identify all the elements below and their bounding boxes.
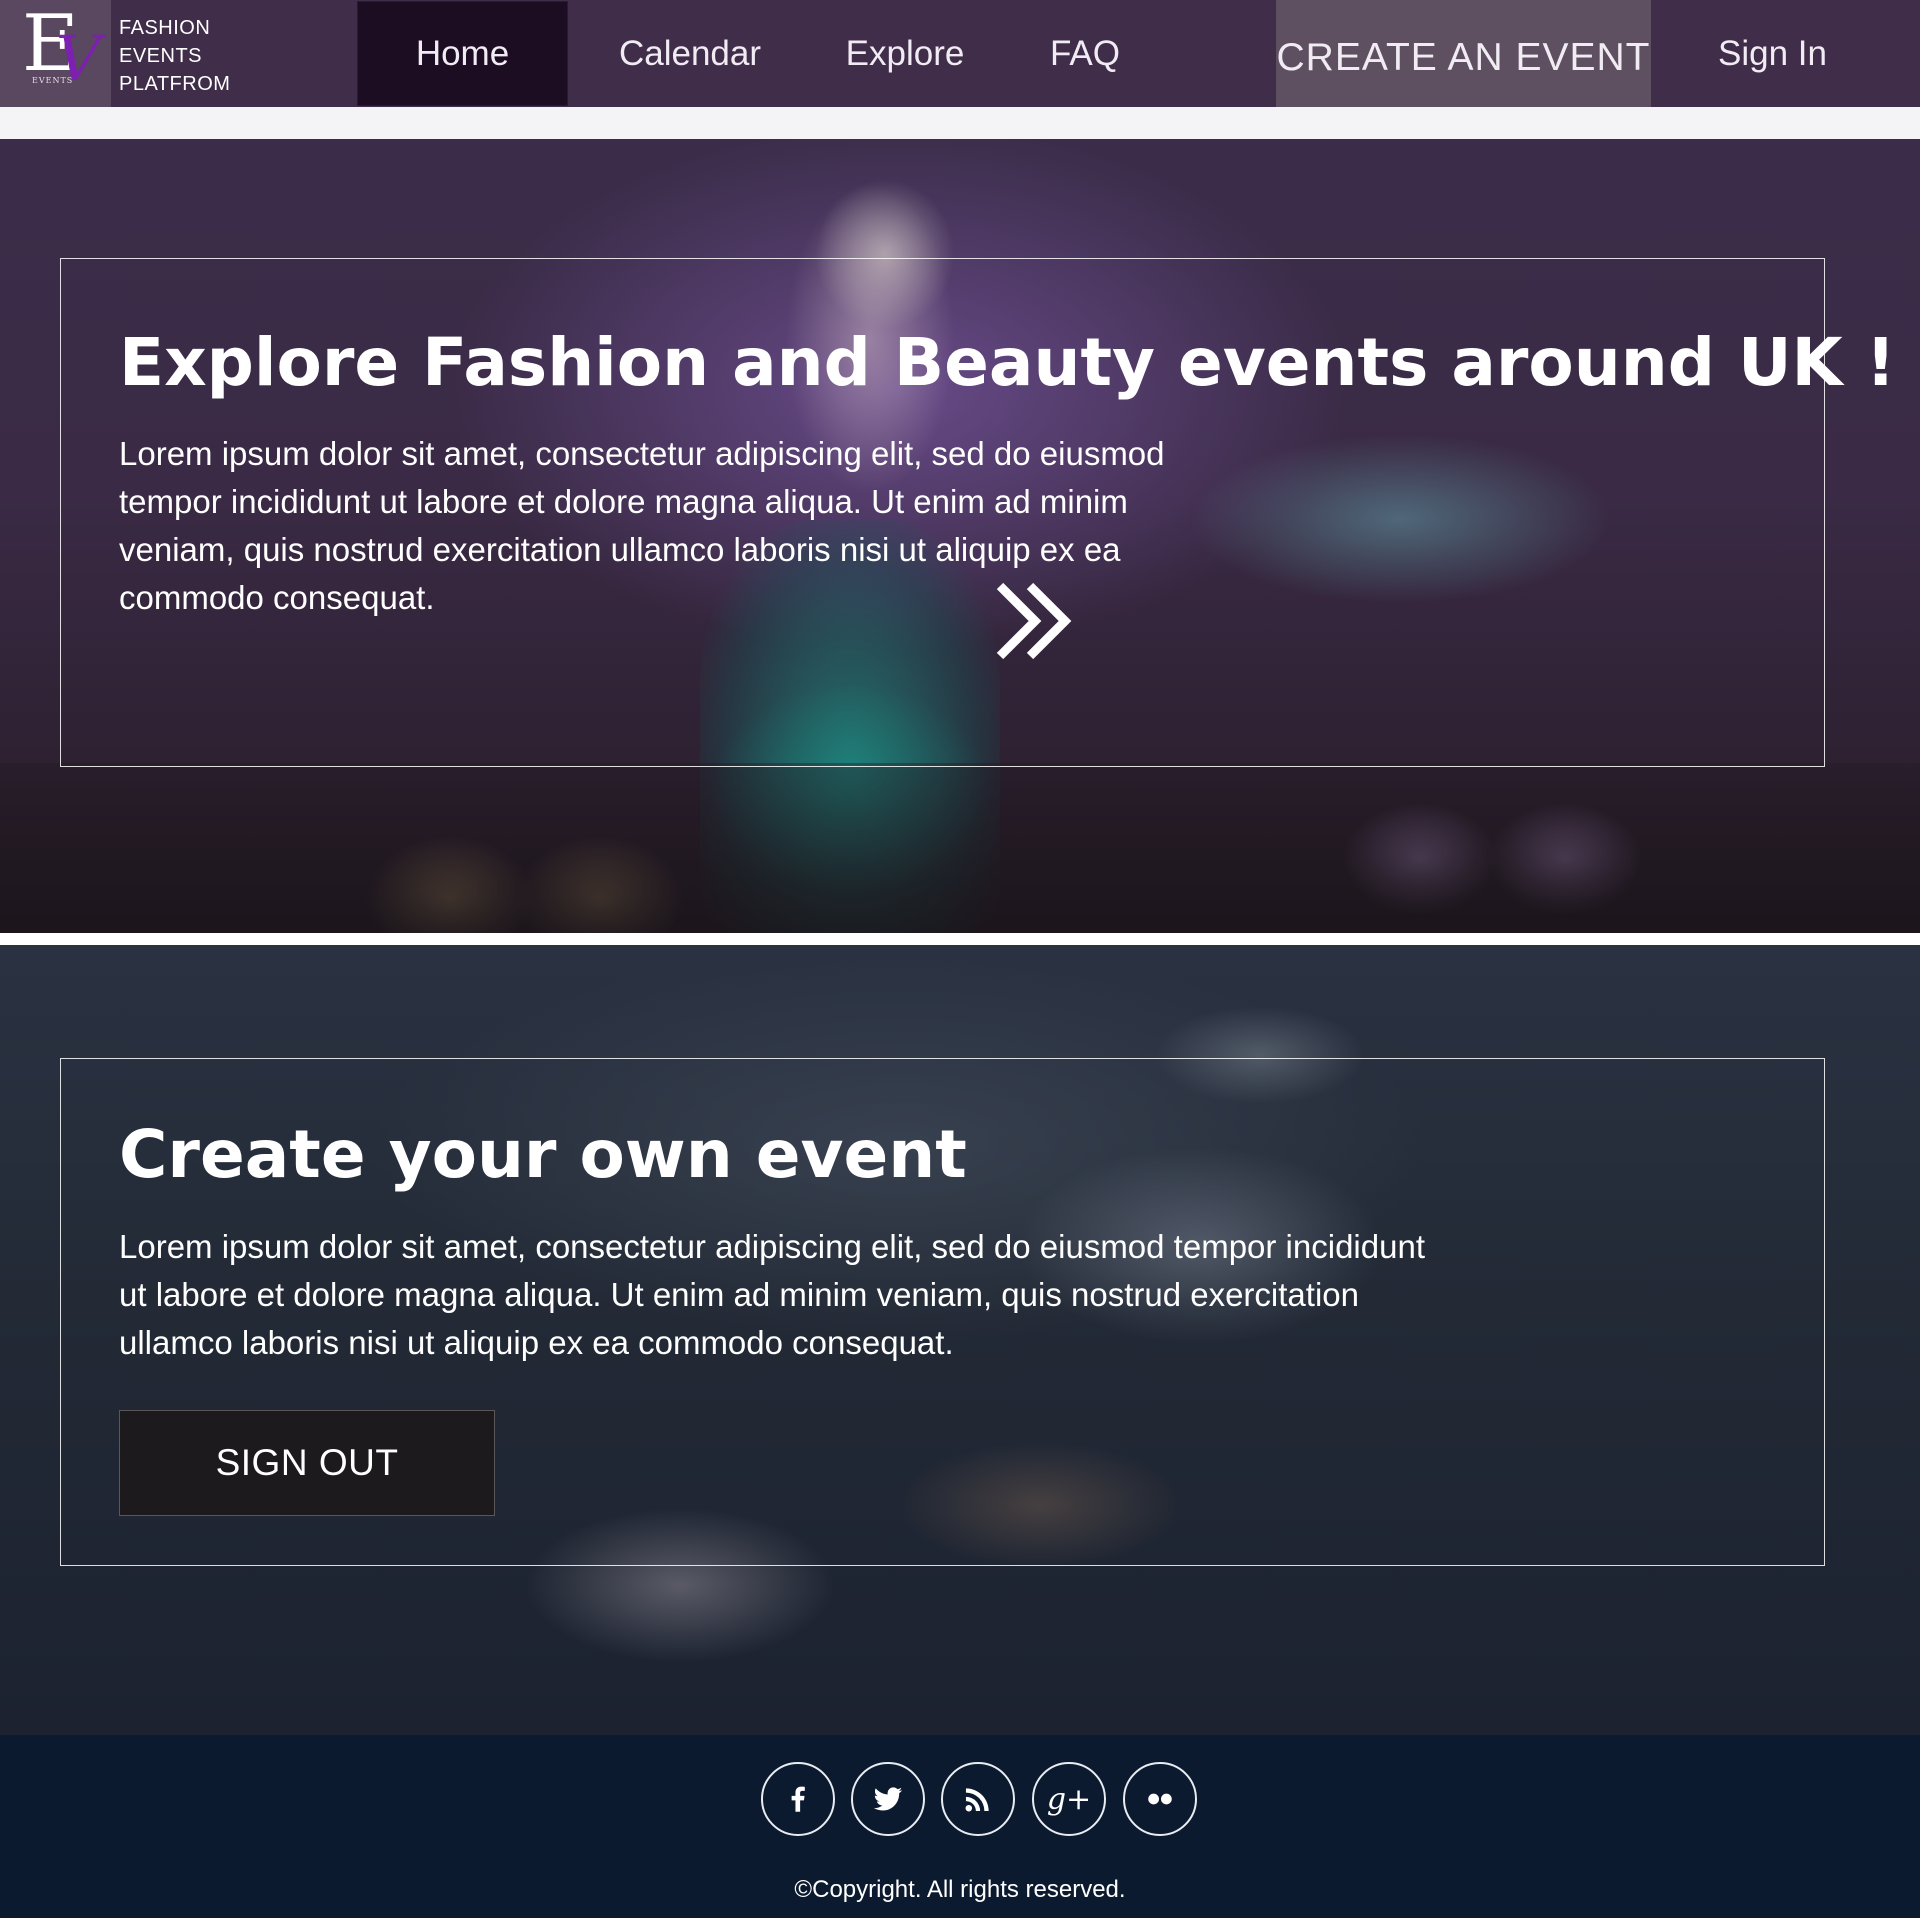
header-divider (0, 107, 1920, 139)
google-plus-glyph: g+ (1046, 1781, 1092, 1817)
hero-create-text: Lorem ipsum dolor sit amet, consectetur … (119, 1228, 1425, 1361)
flickr-icon[interactable] (1123, 1762, 1197, 1836)
facebook-icon[interactable] (761, 1762, 835, 1836)
brand-line: PLATFROM (119, 73, 231, 95)
top-navbar: E V EVENTS FASHION EVENTS PLATFROM Home … (0, 0, 1920, 107)
brand-line: EVENTS (119, 45, 203, 67)
google-plus-icon[interactable]: g+ (1032, 1762, 1106, 1836)
brand-line: FASHION (119, 17, 211, 39)
brand-logo[interactable]: E V EVENTS (0, 0, 111, 107)
double-chevron-right-icon[interactable] (990, 578, 1085, 664)
twitter-icon[interactable] (851, 1762, 925, 1836)
nav-home[interactable]: Home (357, 1, 568, 106)
hero-explore-title: Explore Fashion and Beauty events around… (119, 324, 1920, 401)
sign-in-link[interactable]: Sign In (1680, 0, 1865, 107)
nav-calendar[interactable]: Calendar (600, 0, 780, 107)
hero-image-detail (0, 763, 1920, 933)
sign-out-button[interactable]: SIGN OUT (119, 1410, 495, 1516)
copyright-text: ©Copyright. All rights reserved. (794, 1876, 1126, 1903)
create-event-button[interactable]: CREATE AN EVENT (1276, 0, 1651, 107)
brand-name: FASHION EVENTS PLATFROM (119, 14, 259, 98)
section-divider (0, 933, 1920, 945)
hero-create-title: Create your own event (119, 1116, 967, 1193)
logo-subtext: EVENTS (32, 76, 74, 85)
nav-explore[interactable]: Explore (820, 0, 990, 107)
nav-faq[interactable]: FAQ (1030, 0, 1140, 107)
rss-icon[interactable] (941, 1762, 1015, 1836)
